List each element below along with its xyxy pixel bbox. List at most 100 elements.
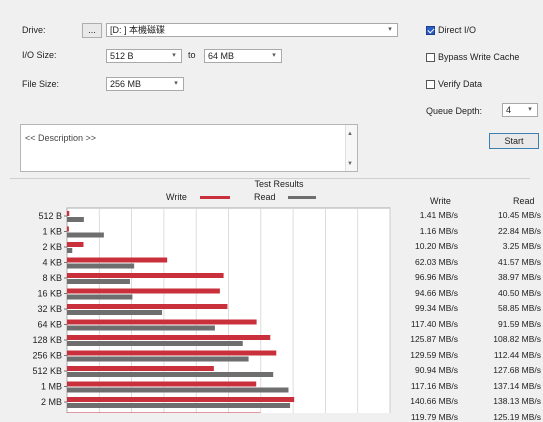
chevron-down-icon: ▾ (174, 80, 178, 87)
read-value: 10.45 MB/s (498, 210, 541, 220)
description-textarea[interactable]: << Description >> ▲ ▼ (20, 124, 358, 172)
y-tick-label: 2 MB (41, 397, 62, 407)
read-value: 138.13 MB/s (493, 396, 541, 406)
y-tick-label: 32 KB (37, 304, 62, 314)
queue-depth-value: 4 (506, 105, 512, 115)
read-value: 91.59 MB/s (498, 318, 541, 329)
legend-title: Test Results (254, 179, 304, 189)
read-bar (67, 263, 135, 269)
start-button[interactable]: Start (489, 133, 539, 149)
drive-label: Drive: (22, 25, 46, 35)
read-bar (67, 387, 289, 393)
drive-select[interactable]: [D: ] 本機磁碟 ▾ (106, 23, 398, 37)
write-bar (67, 304, 228, 309)
write-value: 1.16 MB/s (419, 225, 458, 236)
read-value: 3.25 MB/s (502, 241, 541, 251)
write-value: 125.87 MB/s (410, 334, 458, 344)
write-bar (67, 381, 257, 387)
io-size-from-select[interactable]: 512 B ▾ (106, 49, 182, 63)
write-bar (67, 335, 271, 340)
read-bar (67, 372, 274, 377)
y-tick-label: 2 KB (42, 242, 62, 252)
chevron-down-icon: ▾ (528, 106, 532, 113)
y-tick-label: 1 KB (42, 227, 62, 237)
bypass-write-cache-checkbox[interactable]: Bypass Write Cache (426, 52, 519, 62)
read-value: 38.97 MB/s (498, 272, 541, 282)
write-bar (67, 397, 295, 402)
verify-data-checkbox[interactable]: Verify Data (426, 79, 482, 89)
io-size-to-label: to (188, 50, 196, 60)
write-bar (67, 350, 277, 356)
write-bar (67, 273, 224, 278)
write-value: 117.16 MB/s (410, 380, 458, 391)
direct-io-checkbox[interactable]: Direct I/O (426, 25, 476, 35)
read-value: 125.19 MB/s (493, 411, 541, 422)
read-bar (67, 403, 291, 408)
file-size-select[interactable]: 256 MB ▾ (106, 77, 184, 91)
y-tick-label: 8 KB (42, 273, 62, 283)
y-tick-label: 256 KB (32, 351, 62, 361)
description-scrollbar[interactable]: ▲ ▼ (345, 125, 357, 171)
legend-read-swatch (288, 196, 316, 199)
write-value: 119.79 MB/s (410, 411, 458, 422)
chevron-down-icon: ▾ (388, 26, 392, 33)
io-size-to-select[interactable]: 64 MB ▾ (204, 49, 282, 63)
write-value: 62.03 MB/s (415, 256, 458, 267)
read-bar (67, 217, 84, 222)
read-value: 22.84 MB/s (498, 225, 541, 236)
drive-browse-button[interactable]: ... (82, 23, 102, 38)
read-value: 108.82 MB/s (493, 334, 541, 344)
file-size-label: File Size: (22, 79, 60, 89)
chevron-down-icon: ▾ (172, 52, 176, 59)
read-column-header: Read (513, 196, 535, 206)
read-value: 41.57 MB/s (498, 256, 541, 267)
read-value: 137.14 MB/s (493, 380, 541, 391)
write-column-header: Write (430, 196, 451, 206)
write-bar (67, 257, 168, 263)
y-tick-label: 1 MB (41, 382, 62, 392)
write-value: 140.66 MB/s (410, 396, 458, 406)
y-tick-label: 512 KB (32, 366, 62, 376)
plot-area (66, 207, 391, 413)
file-size-value: 256 MB (110, 79, 142, 89)
write-value: 117.40 MB/s (410, 318, 458, 329)
y-tick-label: 4 KB (42, 258, 62, 268)
write-bar (67, 242, 84, 247)
description-placeholder: << Description >> (25, 133, 97, 143)
read-value: 58.85 MB/s (498, 303, 541, 313)
y-tick-label: 16 KB (37, 289, 62, 299)
write-bar (67, 366, 214, 371)
checkbox-icon (426, 25, 435, 35)
write-value: 99.34 MB/s (415, 303, 458, 313)
chevron-down-icon: ▾ (272, 52, 276, 59)
queue-depth-select[interactable]: 4 ▾ (502, 103, 538, 117)
verify-data-label: Verify Data (438, 79, 483, 89)
y-tick-label: 64 KB (37, 320, 62, 330)
write-value: 10.20 MB/s (415, 241, 458, 251)
write-bar (67, 226, 69, 232)
read-bar (67, 341, 243, 346)
read-bar (67, 356, 249, 362)
checkbox-icon (426, 79, 435, 89)
write-value: 96.96 MB/s (415, 272, 458, 282)
drive-select-value: [D: ] 本機磁碟 (110, 25, 166, 35)
read-value: 127.68 MB/s (493, 365, 541, 375)
checkbox-icon (426, 52, 435, 62)
read-value: 112.44 MB/s (493, 349, 541, 360)
y-tick-label: 512 B (38, 211, 62, 221)
bypass-write-cache-label: Bypass Write Cache (438, 52, 520, 62)
read-bar (67, 294, 133, 300)
write-value: 94.66 MB/s (415, 287, 458, 298)
io-size-label: I/O Size: (22, 50, 57, 60)
direct-io-label: Direct I/O (438, 25, 477, 35)
read-bar (67, 248, 73, 253)
write-bar (67, 211, 70, 216)
io-size-to-value: 64 MB (208, 51, 235, 61)
write-bar (67, 319, 257, 325)
scroll-down-icon: ▼ (347, 161, 353, 167)
queue-depth-label: Queue Depth: (426, 106, 483, 116)
scroll-up-icon: ▲ (347, 131, 353, 137)
write-value: 90.94 MB/s (415, 365, 458, 375)
read-value: 40.50 MB/s (498, 287, 541, 298)
read-bar (67, 310, 163, 315)
